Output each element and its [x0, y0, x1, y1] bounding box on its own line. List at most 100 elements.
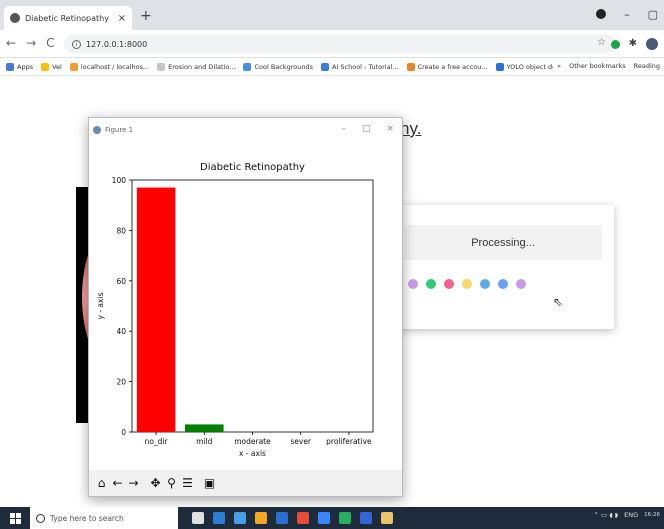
bookmark-label: Cool Backgrounds [254, 62, 313, 71]
reading-list-button[interactable]: Reading [634, 62, 660, 70]
bar-no_dir [136, 187, 176, 432]
figure-window[interactable]: Figure 1 – □ × Diabetic Retinopathy 0 20 40… [88, 117, 403, 497]
page-heading: hy. [400, 119, 422, 138]
figure-minimize-button[interactable]: – [341, 124, 346, 134]
bookmark-star-icon[interactable]: ☆ [597, 37, 606, 48]
profile-avatar[interactable] [646, 38, 658, 50]
zoom-icon[interactable]: ⚲ [164, 474, 179, 492]
home-icon[interactable]: ⌂ [94, 474, 109, 492]
loading-dot [444, 279, 454, 289]
site-info-icon[interactable]: i [72, 39, 81, 49]
bookmark-icon [495, 62, 504, 71]
back-button[interactable]: ← [6, 36, 16, 50]
restore-window-button[interactable]: ▢ [648, 8, 658, 21]
bar-mild [185, 424, 224, 432]
bookmark-icon [6, 62, 14, 71]
search-placeholder: Type here to search [50, 513, 124, 523]
y-tick-label: 60 [116, 277, 126, 286]
reload-button[interactable]: C [46, 36, 54, 50]
bookmark-label: Apps [17, 62, 34, 71]
tab-close-icon[interactable]: × [118, 13, 126, 24]
forward-arrow-icon[interactable]: → [126, 474, 141, 492]
chart-title: Diabetic Retinopathy [200, 162, 305, 173]
loading-dots [408, 279, 526, 289]
configure-icon[interactable]: ☰ [180, 474, 195, 492]
clock[interactable]: 16:26 [644, 512, 660, 519]
bookmark-label: Vel [52, 62, 62, 71]
tab-title: Diabetic Retinopathy [25, 13, 109, 23]
favicon-icon [10, 13, 20, 23]
y-tick-label: 40 [116, 327, 126, 336]
tray-icons[interactable]: ⌃ ▭ ◖ ◗ [593, 511, 618, 519]
taskbar-apps [192, 512, 393, 524]
minimize-window-button[interactable]: – [624, 8, 630, 21]
figure-maximize-button[interactable]: □ [362, 124, 371, 134]
back-arrow-icon[interactable]: ← [110, 474, 125, 492]
processing-card: Processing... ⇖ [398, 205, 614, 329]
bookmark-icon [69, 62, 78, 71]
processing-text: Processing... [404, 225, 602, 260]
bookmark-label: Create a free accou... [417, 62, 488, 71]
new-tab-button[interactable]: + [140, 9, 152, 23]
taskbar-app-icon[interactable] [339, 512, 351, 524]
url-input[interactable]: i 127.0.0.1:8000 ☆ [64, 35, 616, 53]
loading-dot [462, 279, 472, 289]
pan-icon[interactable]: ✥ [148, 474, 163, 492]
y-tick-label: 20 [116, 378, 126, 387]
taskbar-app-icon[interactable] [213, 512, 225, 524]
bookmark-icon [406, 62, 415, 71]
taskbar-app-icon[interactable] [381, 512, 393, 524]
taskbar-app-icon[interactable] [360, 512, 372, 524]
taskbar-search-input[interactable]: Type here to search [30, 507, 178, 529]
start-button[interactable] [0, 507, 30, 529]
x-axis-label: x - axis [239, 449, 266, 458]
extensions: ✱ [610, 38, 658, 50]
y-tick-label: 100 [112, 176, 127, 185]
bookmark-icon [157, 62, 166, 71]
bookmark-label: AI School - Tutorial... [331, 62, 399, 71]
bookmark-item[interactable]: Erosion and Dilatio... [157, 62, 235, 71]
y-tick-label: 80 [116, 226, 126, 235]
windows-logo-icon [9, 512, 21, 524]
taskbar-app-icon[interactable] [276, 512, 288, 524]
taskbar-app-icon[interactable] [297, 512, 309, 524]
taskbar-app-icon[interactable] [318, 512, 330, 524]
bookmark-item[interactable]: Cool Backgrounds [243, 62, 313, 71]
browser-tab[interactable]: Diabetic Retinopathy × [4, 6, 132, 30]
loading-dot [480, 279, 490, 289]
bookmark-item[interactable]: AI School - Tutorial... [320, 62, 399, 71]
loading-dot [408, 279, 418, 289]
bookmarks-right: » Other bookmarks Reading [553, 62, 660, 70]
url-text: 127.0.0.1:8000 [86, 39, 148, 49]
browser-tab-bar: Diabetic Retinopathy × + – ▢ [0, 0, 664, 30]
x-tick-label: no_dir [145, 437, 169, 446]
bookmark-item[interactable]: Apps [6, 62, 34, 71]
extension-icon[interactable] [610, 39, 620, 49]
save-icon[interactable]: ▣ [202, 474, 217, 492]
record-icon[interactable] [596, 9, 607, 19]
y-axis-label: y - axis [96, 292, 105, 319]
taskbar: Type here to search ⌃ ▭ ◖ ◗ ENG 16:26 [0, 507, 664, 529]
loading-dot [498, 279, 508, 289]
taskbar-app-icon[interactable] [192, 512, 204, 524]
x-tick-label: proliferative [326, 437, 372, 446]
bookmarks-bar: Apps Vel localhost / localhos... Erosion an… [0, 58, 664, 76]
taskbar-app-icon[interactable] [234, 512, 246, 524]
bookmark-icon [41, 62, 50, 71]
bookmarks-more-button[interactable]: » [557, 62, 561, 70]
x-tick-label: sever [290, 437, 312, 446]
system-tray: ⌃ ▭ ◖ ◗ ENG 16:26 [593, 511, 660, 519]
bookmark-item[interactable]: localhost / localhos... [69, 62, 149, 71]
bookmark-item[interactable]: Vel [41, 62, 62, 71]
figure-close-button[interactable]: × [386, 124, 394, 134]
bookmark-item[interactable]: Create a free accou... [406, 62, 488, 71]
other-bookmarks-folder[interactable]: Other bookmarks [569, 62, 626, 70]
figure-toolbar: ⌂ ← → ✥ ⚲ ☰ ▣ [89, 470, 402, 496]
navigation-buttons: ← → C [6, 36, 55, 50]
puzzle-icon[interactable]: ✱ [629, 39, 637, 49]
x-tick-label: mild [196, 437, 212, 446]
forward-button[interactable]: → [26, 36, 36, 50]
taskbar-app-icon[interactable] [255, 512, 267, 524]
bookmark-icon [320, 62, 329, 71]
language-indicator[interactable]: ENG [624, 511, 638, 519]
